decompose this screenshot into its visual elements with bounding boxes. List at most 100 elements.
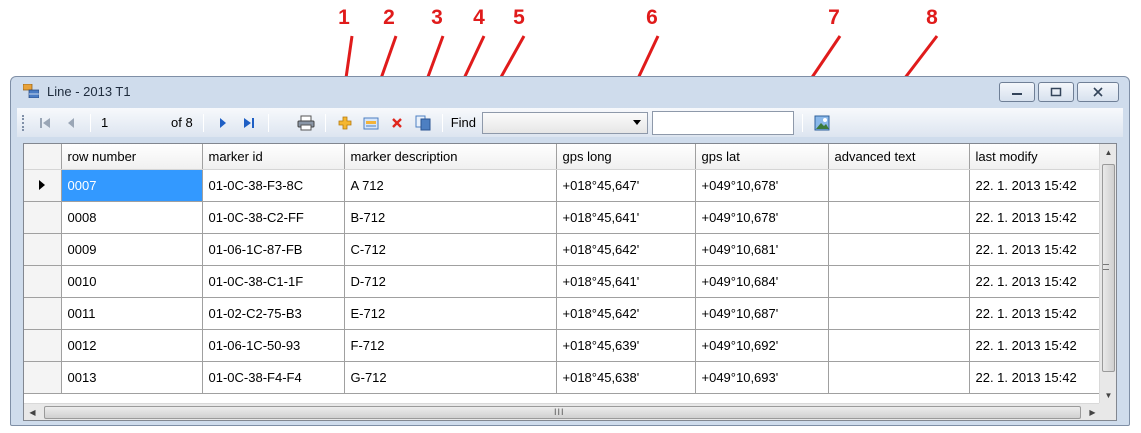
cell-last-modify[interactable]: 22. 1. 2013 15:42 [969,297,1102,330]
row-header[interactable] [24,297,62,330]
cell-last-modify[interactable]: 22. 1. 2013 15:42 [969,201,1102,234]
cell-advanced-text[interactable] [828,297,970,330]
cell-row-number[interactable]: 0012 [61,329,203,362]
cell-advanced-text[interactable] [828,265,970,298]
cell-gps-lat[interactable]: +049°10,693' [695,361,829,394]
cell-gps-long[interactable]: +018°45,641' [556,265,696,298]
count-label: of 8 [171,115,193,130]
table-row[interactable]: 0007 01-0C-38-F3-8C A 712 +018°45,647' +… [24,169,1102,202]
cell-row-number[interactable]: 0009 [61,233,203,266]
cell-row-number[interactable]: 0011 [61,297,203,330]
scroll-up-icon[interactable]: ▲ [1100,144,1116,161]
vertical-scrollbar[interactable]: ▲ ▼ [1099,144,1116,404]
cell-advanced-text[interactable] [828,169,970,202]
scroll-corner [1099,403,1116,420]
cell-marker-description[interactable]: E-712 [344,297,557,330]
position-input[interactable] [97,112,161,133]
cell-last-modify[interactable]: 22. 1. 2013 15:42 [969,361,1102,394]
print-icon[interactable] [296,113,316,133]
cell-marker-id[interactable]: 01-02-C2-75-B3 [202,297,345,330]
cell-last-modify[interactable]: 22. 1. 2013 15:42 [969,329,1102,362]
cell-marker-id[interactable]: 01-0C-38-C1-1F [202,265,345,298]
column-header-last-modify[interactable]: last modify [969,144,1102,170]
delete-icon[interactable] [387,113,407,133]
row-header[interactable] [24,169,62,202]
edit-icon[interactable] [361,113,381,133]
horizontal-scrollbar[interactable]: ◀ III ▶ [24,403,1101,420]
close-icon[interactable] [1077,82,1119,102]
data-grid[interactable]: row number marker id marker description … [23,143,1117,421]
cell-advanced-text[interactable] [828,361,970,394]
column-header-row-number[interactable]: row number [61,144,203,170]
maximize-icon[interactable] [1038,82,1074,102]
toolbar-grip[interactable] [22,114,26,131]
minimize-icon[interactable] [999,82,1035,102]
table-row[interactable]: 0011 01-02-C2-75-B3 E-712 +018°45,642' +… [24,297,1102,330]
cell-marker-id[interactable]: 01-0C-38-F4-F4 [202,361,345,394]
add-icon[interactable] [335,113,355,133]
cell-advanced-text[interactable] [828,233,970,266]
cell-marker-id[interactable]: 01-06-1C-50-93 [202,329,345,362]
scroll-left-icon[interactable]: ◀ [24,404,41,420]
cell-marker-id[interactable]: 01-06-1C-87-FB [202,233,345,266]
row-header[interactable] [24,265,62,298]
row-header[interactable] [24,233,62,266]
move-next-icon[interactable] [213,113,233,133]
cell-marker-id[interactable]: 01-0C-38-F3-8C [202,169,345,202]
cell-row-number[interactable]: 0008 [61,201,203,234]
datagrid-app-icon [23,84,39,98]
cell-advanced-text[interactable] [828,201,970,234]
cell-gps-lat[interactable]: +049°10,678' [695,201,829,234]
cell-gps-lat[interactable]: +049°10,678' [695,169,829,202]
cell-gps-long[interactable]: +018°45,642' [556,297,696,330]
cell-row-number[interactable]: 0010 [61,265,203,298]
column-header-gps-long[interactable]: gps long [556,144,696,170]
move-last-icon[interactable] [239,113,259,133]
row-header[interactable] [24,361,62,394]
cell-last-modify[interactable]: 22. 1. 2013 15:42 [969,233,1102,266]
title-bar[interactable]: Line - 2013 T1 [11,77,1129,107]
cell-row-number[interactable]: 0013 [61,361,203,394]
cell-marker-description[interactable]: A 712 [344,169,557,202]
cell-last-modify[interactable]: 22. 1. 2013 15:42 [969,169,1102,202]
corner-header[interactable] [24,144,62,170]
toolbar-separator [267,113,269,132]
cell-gps-lat[interactable]: +049°10,684' [695,265,829,298]
row-header[interactable] [24,201,62,234]
column-header-marker-description[interactable]: marker description [344,144,557,170]
copy-icon[interactable] [413,113,433,133]
cell-marker-description[interactable]: C-712 [344,233,557,266]
table-row[interactable]: 0013 01-0C-38-F4-F4 G-712 +018°45,638' +… [24,361,1102,394]
scroll-down-icon[interactable]: ▼ [1100,387,1116,404]
cell-gps-long[interactable]: +018°45,638' [556,361,696,394]
move-previous-icon[interactable] [61,113,81,133]
column-header-gps-lat[interactable]: gps lat [695,144,829,170]
find-text-input[interactable] [651,110,794,135]
cell-marker-description[interactable]: D-712 [344,265,557,298]
cell-marker-description[interactable]: G-712 [344,361,557,394]
cell-gps-long[interactable]: +018°45,647' [556,169,696,202]
cell-gps-lat[interactable]: +049°10,687' [695,297,829,330]
find-field-dropdown[interactable] [481,111,648,134]
table-row[interactable]: 0008 01-0C-38-C2-FF B-712 +018°45,641' +… [24,201,1102,234]
table-row[interactable]: 0009 01-06-1C-87-FB C-712 +018°45,642' +… [24,233,1102,266]
row-header[interactable] [24,329,62,362]
cell-gps-long[interactable]: +018°45,641' [556,201,696,234]
table-row[interactable]: 0010 01-0C-38-C1-1F D-712 +018°45,641' +… [24,265,1102,298]
cell-last-modify[interactable]: 22. 1. 2013 15:42 [969,265,1102,298]
cell-marker-description[interactable]: B-712 [344,201,557,234]
cell-gps-lat[interactable]: +049°10,692' [695,329,829,362]
cell-gps-long[interactable]: +018°45,642' [556,233,696,266]
cell-gps-lat[interactable]: +049°10,681' [695,233,829,266]
move-first-icon[interactable] [35,113,55,133]
cell-marker-description[interactable]: F-712 [344,329,557,362]
cell-gps-long[interactable]: +018°45,639' [556,329,696,362]
column-header-marker-id[interactable]: marker id [202,144,345,170]
cell-marker-id[interactable]: 01-0C-38-C2-FF [202,201,345,234]
image-icon[interactable] [812,113,832,133]
cell-advanced-text[interactable] [828,329,970,362]
column-header-advanced-text[interactable]: advanced text [828,144,970,170]
table-row[interactable]: 0012 01-06-1C-50-93 F-712 +018°45,639' +… [24,329,1102,362]
cell-row-number[interactable]: 0007 [61,169,203,202]
find-label: Find [450,115,476,130]
